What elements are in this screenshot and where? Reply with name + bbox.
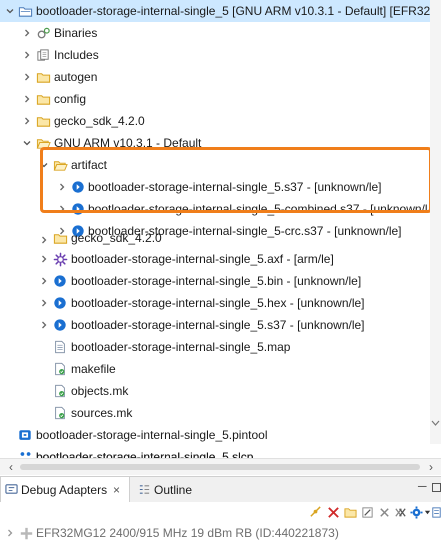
tab-debug-adapters[interactable]: Debug Adapters × xyxy=(0,477,130,503)
chevron-down-icon[interactable] xyxy=(423,505,431,519)
maximize-icon[interactable] xyxy=(432,483,441,492)
project-explorer-tree-tail: bootloader-storage-internal-single_5.slc… xyxy=(0,0,430,458)
tab-outline[interactable]: Outline xyxy=(136,477,216,503)
close-icon[interactable]: × xyxy=(113,483,120,497)
adapter-icon xyxy=(18,525,34,541)
connect-icon[interactable] xyxy=(308,505,322,519)
bottom-panel-tabbar: Debug Adapters × Outline ─ xyxy=(0,476,441,503)
scroll-down-icon[interactable] xyxy=(431,418,440,428)
vertical-scrollbar[interactable] xyxy=(430,0,441,444)
debug-adapter-item[interactable]: EFR32MG12 2400/915 MHz 19 dBm RB (ID:440… xyxy=(0,522,441,544)
scrollbar-thumb[interactable] xyxy=(20,464,420,470)
tab-label: Outline xyxy=(154,483,193,497)
tree-item-label: bootloader-storage-internal-single_5.slc… xyxy=(36,450,254,458)
gear-icon[interactable] xyxy=(409,505,423,519)
remove-all-icon[interactable] xyxy=(393,505,407,519)
minimize-icon[interactable]: ─ xyxy=(418,479,427,493)
tree-item-slcp-row[interactable]: bootloader-storage-internal-single_5.slc… xyxy=(0,446,430,458)
edit-icon[interactable] xyxy=(360,505,374,519)
tab-label: Debug Adapters xyxy=(21,483,108,497)
adapter-label: EFR32MG12 2400/915 MHz 19 dBm RB (ID:440… xyxy=(36,526,339,540)
debug-adapters-icon xyxy=(5,483,18,499)
outline-icon xyxy=(138,483,151,499)
scroll-left-icon[interactable]: ‹ xyxy=(4,459,18,475)
view-menu-icon[interactable] xyxy=(432,505,441,519)
horizontal-scrollbar[interactable]: ‹ › xyxy=(0,458,441,475)
open-folder-icon[interactable] xyxy=(343,505,357,519)
slcp-icon xyxy=(17,449,33,458)
remove-icon[interactable] xyxy=(377,505,391,519)
disconnect-icon[interactable] xyxy=(326,505,340,519)
scroll-right-icon[interactable]: › xyxy=(424,459,438,475)
chevron-right-icon[interactable] xyxy=(4,525,16,541)
debug-adapters-toolbar xyxy=(0,502,441,522)
